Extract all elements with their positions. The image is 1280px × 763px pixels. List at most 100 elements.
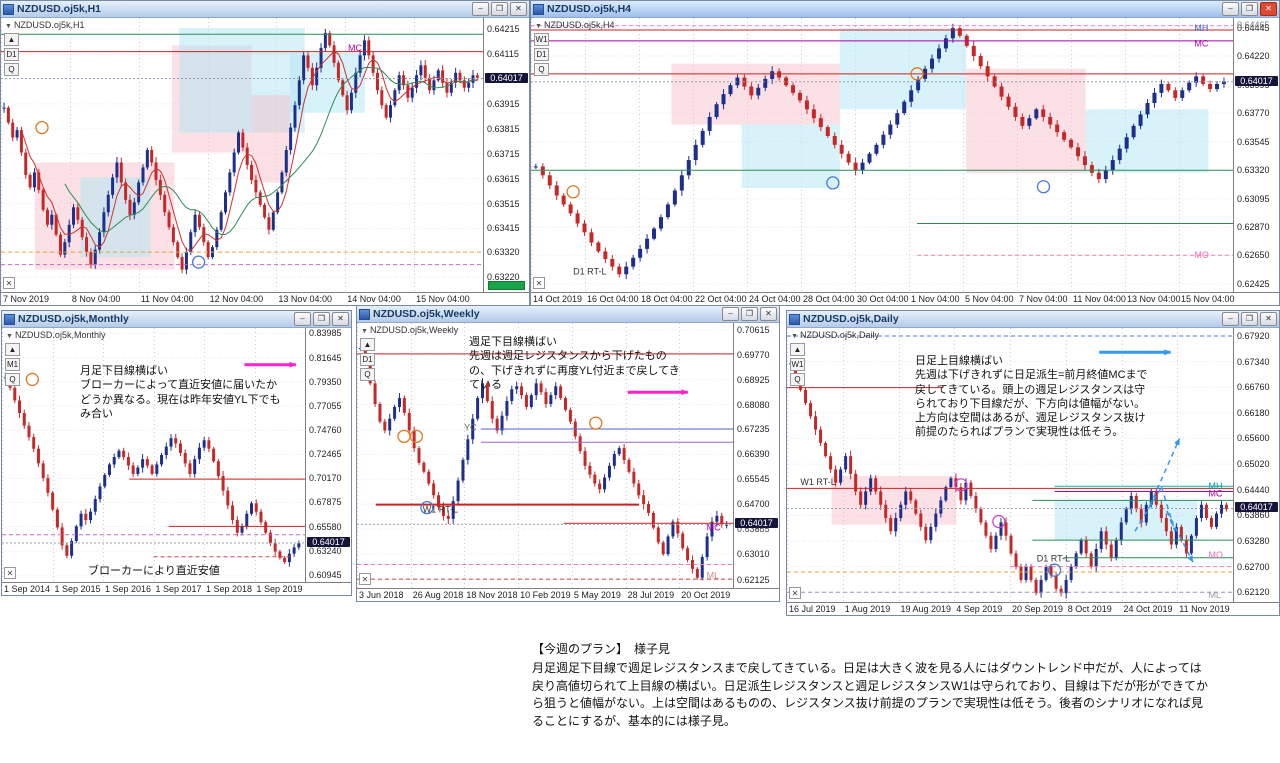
window-title: NZDUSD.oj5k,Monthly — [18, 313, 129, 325]
price-tick-label: 0.74760 — [309, 425, 342, 436]
time-axis[interactable]: 16 Jul 2019 1 Aug 2019 19 Aug 2019 4 Sep 20… — [787, 602, 1279, 615]
titlebar[interactable]: NZDUSD.oj5k,H1 – ❐ ✕ — [1, 1, 529, 18]
object-button[interactable]: D1 — [4, 48, 19, 61]
price-tick-label: 0.79350 — [309, 377, 342, 388]
object-button[interactable]: ▲ — [790, 343, 805, 356]
time-axis[interactable]: 14 Oct 2019 16 Oct 04:00 18 Oct 04:00 22 Oc… — [531, 292, 1279, 305]
object-button[interactable]: ▲ — [4, 33, 19, 46]
close-button[interactable]: ✕ — [760, 307, 777, 321]
chart-window-h4[interactable]: NZDUSD.oj5k,H4 – ❐ ✕ MH MC MO D1 RT-L ▼ NZDU… — [530, 0, 1280, 306]
object-button[interactable]: Q — [790, 373, 805, 386]
price-tick-label: 0.67235 — [737, 424, 770, 435]
price-chart[interactable]: W1 RT-LD1 RT-LMHMCMOML — [787, 328, 1233, 602]
price-extra-label: 0.64465 — [1237, 19, 1270, 30]
close-button[interactable]: ✕ — [1260, 312, 1277, 326]
chart-symbol-label[interactable]: ▼ NZDUSD.oj5k,Monthly — [6, 330, 105, 340]
object-buttons[interactable]: ▲ D1 Q — [360, 338, 375, 381]
chart-body[interactable]: W1 RT-L D1 RT-L MH MC MO ML 日足上目線横ばい 先週は下げきれず… — [787, 328, 1279, 615]
price-axis[interactable]: 0.644450.642200.639950.637700.635450.633… — [1233, 18, 1279, 292]
chevron-down-icon: ▼ — [6, 333, 13, 340]
object-button[interactable]: Q — [4, 63, 19, 76]
delete-object-button[interactable]: ✕ — [533, 277, 545, 289]
price-tick-label: 0.63320 — [487, 247, 520, 258]
price-chart[interactable]: MC — [1, 18, 483, 292]
object-buttons[interactable]: W1 D1 Q — [534, 33, 549, 76]
minimize-button[interactable]: – — [1222, 312, 1239, 326]
minimize-button[interactable]: – — [1222, 2, 1239, 16]
time-axis[interactable]: 7 Nov 2019 8 Nov 04:00 11 Nov 04:00 12 Nov … — [1, 292, 529, 305]
delete-object-button[interactable]: ✕ — [4, 567, 16, 579]
time-axis[interactable]: 3 Jun 2018 26 Aug 2018 18 Nov 2018 10 Feb 2… — [357, 588, 779, 601]
restore-button[interactable]: ❐ — [1241, 312, 1258, 326]
object-button[interactable]: W1 — [534, 33, 549, 46]
chart-line-label: MC — [707, 523, 721, 533]
delete-object-button[interactable]: ✕ — [3, 277, 15, 289]
minimize-button[interactable]: – — [722, 307, 739, 321]
close-button[interactable]: ✕ — [510, 2, 527, 16]
object-buttons[interactable]: ▲ M1 Q — [5, 343, 20, 386]
chart-body[interactable]: 月足下目線横ばい ブローカーによって直近安値に届いたかどうか異なる。現在は昨年安… — [2, 328, 351, 595]
price-tick-label: 0.63545 — [1237, 136, 1270, 147]
chart-window-monthly[interactable]: NZDUSD.oj5k,Monthly – ❐ ✕ 月足下目線横ばい ブローカー… — [1, 310, 352, 596]
price-tick-label: 0.62650 — [1237, 250, 1270, 261]
delete-object-button[interactable]: ✕ — [359, 573, 371, 585]
chart-line-label: D1 RT-L — [573, 267, 606, 277]
chart-window-daily[interactable]: NZDUSD.oj5k,Daily – ❐ ✕ W1 RT-L D1 RT-L MH… — [786, 310, 1280, 616]
time-axis[interactable]: 1 Sep 2014 1 Sep 2015 1 Sep 2016 1 Sep 2017… — [2, 582, 351, 595]
price-axis[interactable]: 0.642150.641150.640150.639150.638150.637… — [483, 18, 529, 292]
price-axis[interactable]: 0.67920 0.67340 0.66760 0.66180 0.65600 0.650… — [1233, 328, 1279, 602]
restore-button[interactable]: ❐ — [741, 307, 758, 321]
minimize-button[interactable]: – — [472, 2, 489, 16]
object-buttons[interactable]: ▲ W1 Q — [790, 343, 805, 386]
titlebar[interactable]: NZDUSD.oj5k,H4 – ❐ ✕ — [531, 1, 1279, 18]
chart-symbol-text: NZDUSD.oj5k,Monthly — [14, 330, 106, 340]
price-ax is[interactable]: 0.70615 0.69770 0.68925 0.68080 0.67235 0.663… — [733, 323, 779, 588]
object-button[interactable]: W1 — [790, 358, 805, 371]
marker-circle — [191, 255, 206, 269]
axis-button[interactable] — [488, 281, 525, 290]
restore-button[interactable]: ❐ — [491, 2, 508, 16]
chart-symbol-text: NZDUSD.oj5k,H1 — [13, 20, 85, 30]
titlebar[interactable]: NZDUSD.oj5k,Daily – ❐ ✕ — [787, 311, 1279, 328]
price-axis[interactable]: 0.83985 0.81645 0.79350 0.77055 0.74760 0.724… — [305, 328, 351, 582]
chart-body[interactable]: YC W1 RT-L MC ML 週足下目線横ばい 先週は週足レジスタンスから下げたも… — [357, 323, 779, 601]
chart-body[interactable]: MC ▼ NZDUSD.oj5k,H1 ▲ D1 Q ✕ 0.64215 0.64115… — [1, 18, 529, 305]
plan-body: 月足週足下目線で週足レジスタンスまで戻してきている。日足は大きく波を見る人にはダ… — [532, 661, 1208, 728]
minimize-button[interactable]: – — [294, 312, 311, 326]
time-tick-label: 15 Nov 04:00 — [416, 294, 470, 304]
chart-symbol-label[interactable]: ▼ NZDUSD.oj5k,H1 — [5, 20, 84, 30]
object-button[interactable]: ▲ — [5, 343, 20, 356]
chart-window-weekly[interactable]: NZDUSD.oj5k,Weekly – ❐ ✕ YC W1 RT-L MC ML 週… — [356, 305, 780, 602]
time-tick-label: 13 Nov 04:00 — [1127, 294, 1181, 304]
close-button[interactable]: ✕ — [332, 312, 349, 326]
object-button[interactable]: D1 — [534, 48, 549, 61]
titlebar[interactable]: NZDUSD.oj5k,Monthly – ❐ ✕ — [2, 311, 351, 328]
chart-symbol-label[interactable]: ▼ NZDUSD.oj5k,H4 — [535, 20, 614, 30]
time-tick-label: 3 Jun 2018 — [359, 590, 404, 600]
object-button[interactable]: Q — [360, 368, 375, 381]
price-chart[interactable]: YC W1 RT-L MC ML — [357, 323, 733, 588]
restore-button[interactable]: ❐ — [1241, 2, 1258, 16]
object-button[interactable]: D1 — [360, 353, 375, 366]
price-chart[interactable]: MH MC MO D1 RT-L — [531, 18, 1233, 292]
restore-button[interactable]: ❐ — [313, 312, 330, 326]
object-buttons[interactable]: ▲ D1 Q — [4, 33, 19, 76]
time-tick-label: 14 Oct 2019 — [533, 294, 583, 304]
chart-symbol-label[interactable]: ▼ NZDUSD.oj5k,Daily — [791, 330, 879, 340]
chart-symbol-text: NZDUSD.oj5k,H4 — [543, 20, 615, 30]
object-button[interactable]: ▲ — [360, 338, 375, 351]
time-tick-label: 22 Oct 04:00 — [695, 294, 747, 304]
titlebar[interactable]: NZDUSD.oj5k,Weekly – ❐ ✕ — [357, 306, 779, 323]
chart-body[interactable]: MH MC MO D1 RT-L ▼ NZDUSD.oj5k,H4 W1 D1 Q ✕ 0.… — [531, 18, 1279, 305]
chart-symbol-label[interactable]: ▼ NZDUSD.oj5k,Weekly — [361, 325, 458, 335]
time-tick-label: 5 Nov 04:00 — [965, 294, 1014, 304]
price-chart[interactable] — [2, 328, 305, 582]
time-tick-label: 13 Nov 04:00 — [278, 294, 332, 304]
chart-window-h1[interactable]: NZDUSD.oj5k,H1 – ❐ ✕ MC ▼ NZDUSD.oj5k,H1 … — [0, 0, 530, 306]
marker-circle — [35, 120, 49, 135]
object-button[interactable]: M1 — [5, 358, 20, 371]
delete-object-button[interactable]: ✕ — [789, 587, 801, 599]
object-button[interactable]: Q — [534, 63, 549, 76]
close-button[interactable]: ✕ — [1260, 2, 1277, 16]
object-button[interactable]: Q — [5, 373, 20, 386]
